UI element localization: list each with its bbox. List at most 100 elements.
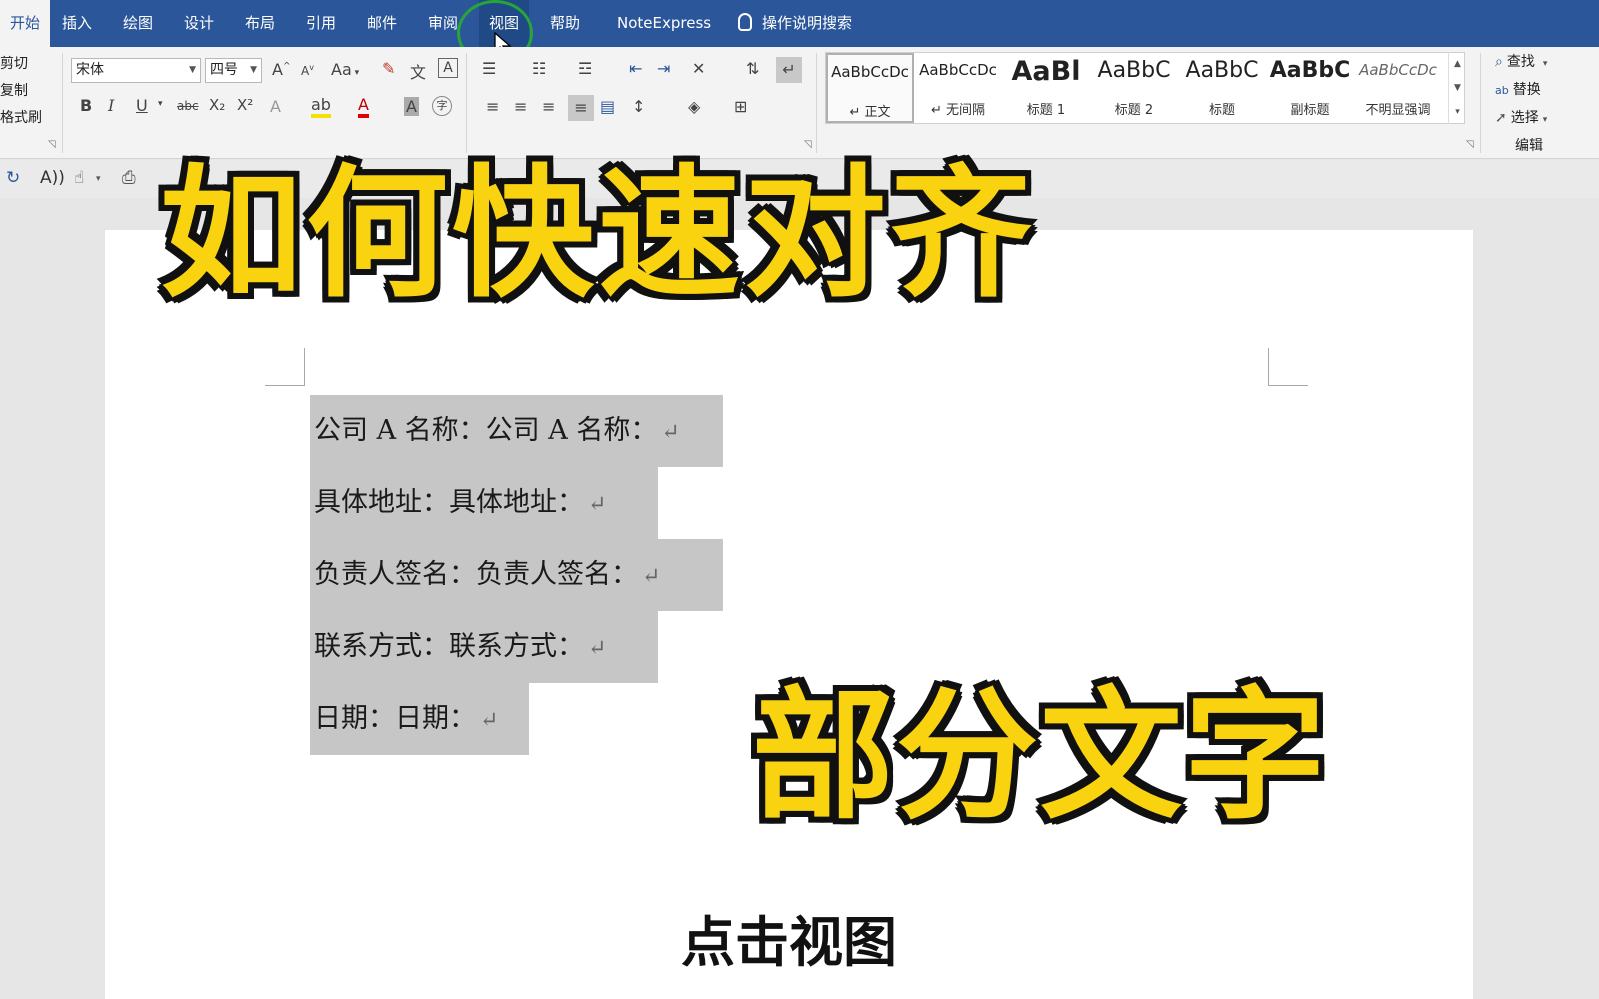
- doc-line[interactable]: 联系方式：联系方式： ↵: [310, 611, 658, 683]
- style-sample: AaBbC: [1185, 58, 1259, 83]
- show-marks-icon[interactable]: ↵: [776, 57, 802, 83]
- decrease-indent-icon[interactable]: ⇤: [629, 59, 642, 78]
- align-right-icon[interactable]: ≡: [542, 97, 555, 116]
- style-title[interactable]: AaBbC 标题: [1178, 53, 1266, 123]
- chevron-down-icon: ▼: [250, 65, 257, 75]
- doc-line-text: 公司 A 名称：公司 A 名称：: [314, 415, 658, 446]
- font-color-button[interactable]: A: [358, 95, 369, 118]
- style-heading-2[interactable]: AaBbC 标题 2: [1090, 53, 1178, 123]
- shading-icon[interactable]: ◈: [688, 97, 700, 116]
- pointer-icon: ➚: [1495, 110, 1507, 126]
- style-sample: AaBbC: [1097, 58, 1171, 83]
- grow-font-button[interactable]: A^: [272, 60, 291, 79]
- replace-label: 替换: [1512, 82, 1541, 98]
- tab-references[interactable]: 引用: [296, 0, 346, 47]
- doc-line-text: 具体地址：具体地址：: [314, 487, 584, 518]
- style-sample: AaBbCcDc: [919, 61, 997, 79]
- font-family-value: 宋体: [76, 62, 104, 78]
- align-left-icon[interactable]: ≡: [486, 97, 499, 116]
- style-name: 副标题: [1290, 103, 1330, 118]
- multilevel-list-icon[interactable]: ☲: [578, 59, 592, 78]
- read-aloud-icon[interactable]: A)): [40, 168, 65, 188]
- text-effects-icon[interactable]: A: [270, 97, 281, 116]
- grow-font-label: A: [272, 60, 283, 79]
- doc-line[interactable]: 日期：日期： ↵: [310, 683, 529, 755]
- chevron-down-icon[interactable]: ▾: [96, 174, 101, 184]
- doc-line-text: 日期：日期：: [314, 703, 476, 734]
- doc-line[interactable]: 具体地址：具体地址： ↵: [310, 467, 658, 539]
- document-page[interactable]: 公司 A 名称：公司 A 名称： ↵ 具体地址：具体地址： ↵ 负责人签名：负责人签…: [105, 230, 1473, 999]
- style-no-spacing[interactable]: AaBbCcDc ↵ 无间隔: [914, 53, 1002, 123]
- shrink-font-button[interactable]: Av: [301, 63, 314, 78]
- chinese-layout-icon[interactable]: ✕: [692, 59, 705, 78]
- change-case-label: Aa: [331, 60, 352, 79]
- touch-mode-icon[interactable]: ☝: [74, 168, 84, 188]
- highlight-icon[interactable]: ab: [311, 95, 331, 118]
- doc-line[interactable]: 公司 A 名称：公司 A 名称： ↵: [310, 395, 723, 467]
- format-painter-button[interactable]: 格式刷: [0, 107, 42, 127]
- underline-dropdown-icon[interactable]: ▾: [158, 99, 163, 109]
- tab-mailings[interactable]: 邮件: [357, 0, 407, 47]
- tab-help[interactable]: 帮助: [540, 0, 590, 47]
- doc-line[interactable]: 负责人签名：负责人签名： ↵: [310, 539, 723, 611]
- editing-group-label: 编辑: [1515, 138, 1543, 154]
- overlay-title-bottom: 部分文字: [752, 674, 1328, 839]
- line-spacing-icon[interactable]: ↕: [632, 97, 645, 116]
- group-divider: [1480, 53, 1481, 153]
- underline-button[interactable]: U: [136, 96, 148, 115]
- clipboard-launcher-icon[interactable]: ◹: [48, 139, 56, 150]
- superscript-button[interactable]: X²: [237, 96, 253, 114]
- lightbulb-icon: [738, 13, 752, 31]
- italic-button[interactable]: I: [108, 96, 114, 115]
- enclose-characters-button[interactable]: 字: [432, 96, 452, 116]
- character-border-icon[interactable]: A: [438, 58, 458, 78]
- style-name: 标题: [1208, 103, 1235, 118]
- font-color-label: A: [358, 95, 369, 118]
- select-button[interactable]: ➚ 选择 ▾: [1495, 107, 1547, 127]
- character-shading-button[interactable]: A: [404, 97, 419, 116]
- overlay-subtitle: 点击视图: [681, 911, 897, 974]
- style-subtle-emphasis[interactable]: AaBbCcDc 不明显强调: [1354, 53, 1442, 123]
- increase-indent-icon[interactable]: ⇥: [657, 59, 670, 78]
- ribbon-tab-bar: 开始 插入 绘图 设计 布局 引用 邮件 审阅 视图 帮助 NoteExpres…: [0, 0, 1599, 47]
- numbering-icon[interactable]: ☷: [532, 59, 546, 78]
- distributed-icon[interactable]: ▤: [600, 97, 615, 116]
- paragraph-mark: ↵: [588, 492, 607, 517]
- tab-layout[interactable]: 布局: [235, 0, 285, 47]
- change-case-button[interactable]: Aa ▾: [331, 60, 359, 79]
- scroll-down-icon[interactable]: ▼: [1449, 76, 1466, 100]
- tab-design[interactable]: 设计: [174, 0, 224, 47]
- find-button[interactable]: ⌕ 查找 ▾: [1495, 51, 1547, 71]
- cut-button[interactable]: 剪切: [0, 53, 28, 73]
- scroll-up-icon[interactable]: ▲: [1449, 52, 1466, 76]
- styles-scroll[interactable]: ▲ ▼ ▾: [1448, 52, 1466, 124]
- styles-launcher-icon[interactable]: ◹: [1466, 139, 1474, 150]
- bold-button[interactable]: B: [80, 96, 92, 115]
- expand-gallery-icon[interactable]: ▾: [1449, 100, 1466, 124]
- tab-home[interactable]: 开始: [0, 0, 51, 47]
- style-sample: AaBbCcDc: [1359, 61, 1437, 79]
- align-center-icon[interactable]: ≡: [514, 97, 527, 116]
- sort-icon[interactable]: ⇅: [746, 59, 759, 78]
- tab-noteexpress[interactable]: NoteExpress: [607, 0, 721, 47]
- font-family-select[interactable]: 宋体 ▼: [71, 58, 201, 83]
- copy-button[interactable]: 复制: [0, 80, 28, 100]
- replace-button[interactable]: ab 替换: [1495, 79, 1541, 99]
- tell-me-search[interactable]: 操作说明搜索: [738, 0, 852, 47]
- phonetic-guide-icon[interactable]: 文: [410, 59, 426, 83]
- crop-mark: [1268, 385, 1308, 386]
- tab-draw[interactable]: 绘图: [113, 0, 163, 47]
- bullets-icon[interactable]: ☰: [482, 59, 496, 78]
- strikethrough-button[interactable]: abc: [177, 99, 199, 113]
- style-heading-1[interactable]: AaBl 标题 1: [1002, 53, 1090, 123]
- style-name: 标题 2: [1114, 103, 1154, 118]
- refresh-icon[interactable]: ↻: [6, 168, 20, 188]
- borders-icon[interactable]: ⊞: [734, 97, 747, 116]
- style-subtitle[interactable]: AaBbC 副标题: [1266, 53, 1354, 123]
- font-size-select[interactable]: 四号 ▼: [205, 58, 262, 83]
- tab-insert[interactable]: 插入: [52, 0, 102, 47]
- clear-format-icon[interactable]: ✎: [382, 59, 395, 78]
- subscript-button[interactable]: X₂: [209, 96, 225, 114]
- style-normal[interactable]: AaBbCcDc ↵ 正文: [826, 53, 914, 123]
- print-preview-icon[interactable]: ⎙: [122, 168, 136, 188]
